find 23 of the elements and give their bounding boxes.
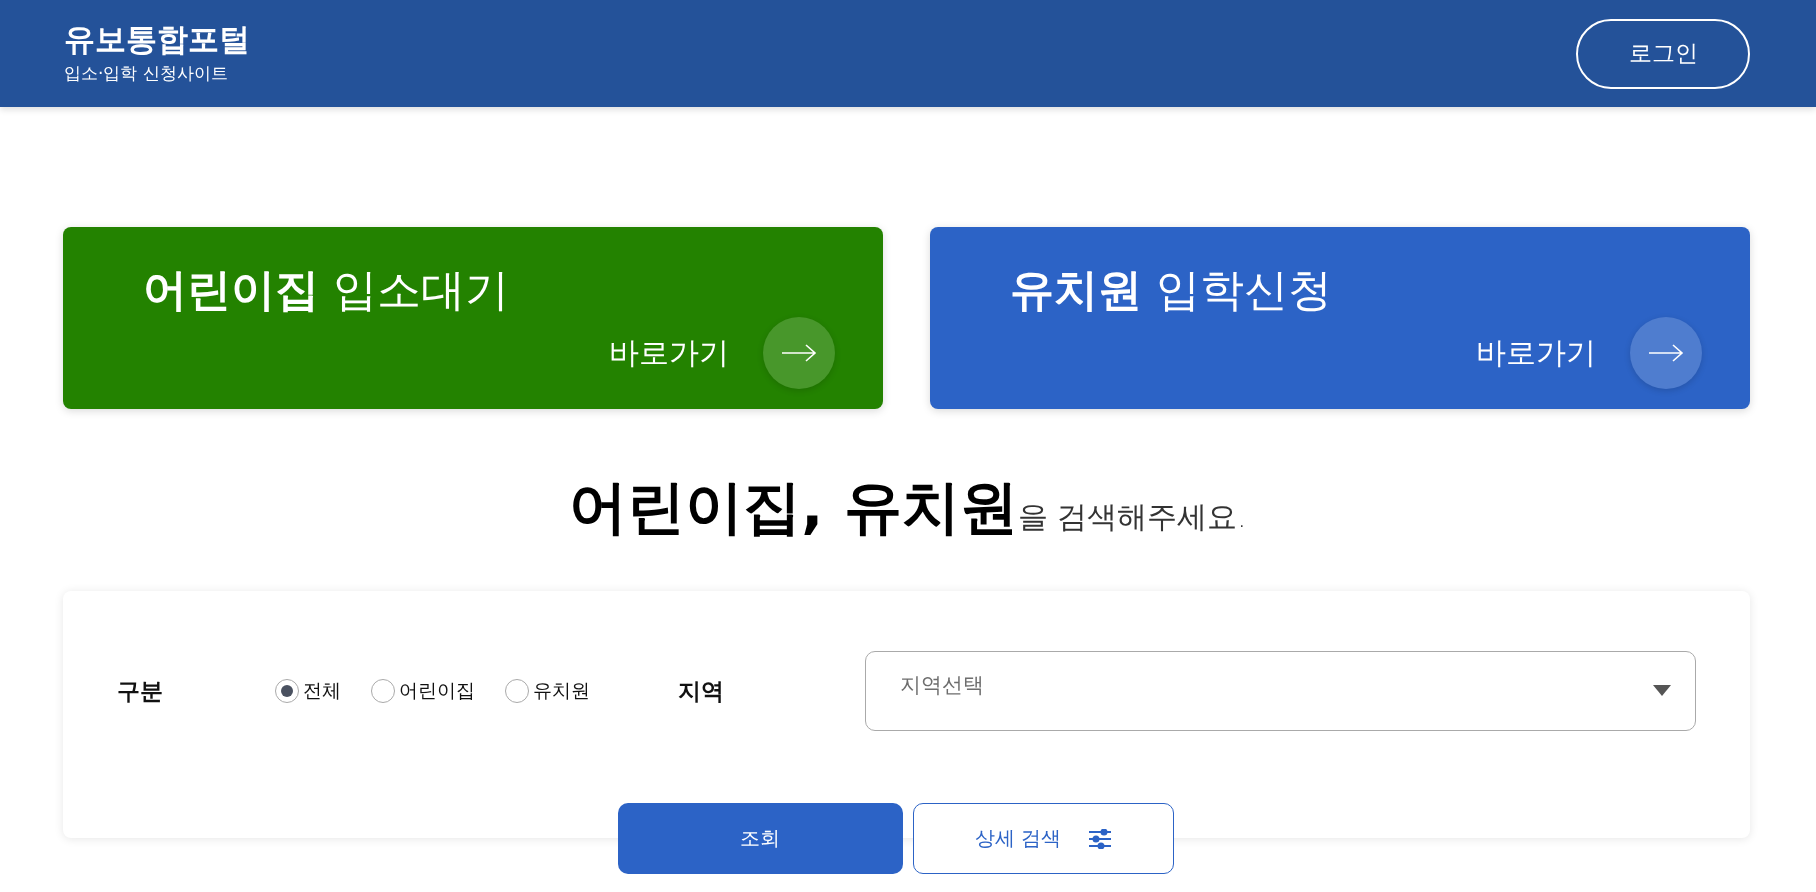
sliders-icon <box>1089 828 1112 849</box>
shortcut-card[interactable]: 유치원 입학신청 바로가기 <box>930 227 1750 409</box>
type-radio[interactable]: 유치원 <box>505 678 590 704</box>
radio-circle-icon[interactable] <box>505 679 529 703</box>
dropdown-caret-icon <box>1653 685 1671 697</box>
shortcut-link[interactable]: 바로가기 <box>609 317 835 389</box>
type-label: 구분 <box>117 676 164 706</box>
type-radio[interactable]: 전체 <box>275 678 341 704</box>
shortcut-link[interactable]: 바로가기 <box>1476 317 1702 389</box>
radio-circle-icon[interactable] <box>371 679 395 703</box>
card-title: 어린이집 입소대기 <box>143 263 509 317</box>
card-title: 유치원 입학신청 <box>1010 263 1332 317</box>
shortcut-card[interactable]: 어린이집 입소대기 바로가기 <box>63 227 883 409</box>
detail-search-button[interactable]: 상세 검색 <box>912 803 1174 874</box>
search-button[interactable]: 조회 <box>617 803 903 874</box>
site-subtitle: 입소·입학 신청사이트 <box>64 62 229 86</box>
search-heading: 어린이집, 유치원 을 검색해주세요. <box>568 472 1248 543</box>
login-button[interactable]: 로그인 <box>1576 18 1750 89</box>
type-radio[interactable]: 어린이집 <box>371 678 475 704</box>
region-select[interactable]: 지역선택 <box>865 651 1696 731</box>
region-label: 지역 <box>678 676 725 706</box>
radio-circle-icon[interactable] <box>275 679 299 703</box>
site-title[interactable]: 유보통합포털 <box>64 21 250 57</box>
